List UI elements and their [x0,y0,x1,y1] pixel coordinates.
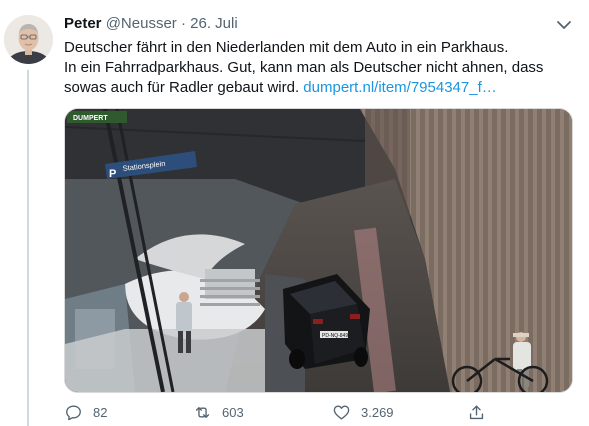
sign-dumpert: DUMPERT [73,115,108,122]
like-count: 3.269 [361,404,394,420]
retweet-count: 603 [222,404,244,420]
reply-count: 82 [93,404,108,420]
thread-line [27,70,29,426]
tweet-header: Peter @Neusser · 26. Juli [64,15,238,32]
share-button[interactable] [467,400,486,424]
like-button[interactable]: 3.269 [332,400,394,424]
reply-icon [66,404,81,420]
tweet-text-line: In ein Fahrradparkhaus. Gut, kann man al… [64,59,544,76]
share-icon [469,404,484,419]
retweet-icon [195,406,210,418]
author-handle[interactable]: @Neusser [106,15,177,32]
chevron-down-icon [557,21,571,29]
tweet-actions: 82 603 3.269 [64,400,564,424]
tweet-media[interactable]: DUMPERT P Stationsplein PD-NQ-849 [64,108,573,393]
avatar[interactable] [4,15,53,64]
author-name[interactable]: Peter [64,15,102,32]
retweet-button[interactable]: 603 [193,400,244,424]
tweet-text: Deutscher fährt in den Niederlanden mit … [64,38,574,98]
reply-button[interactable]: 82 [64,400,107,424]
tweet-date[interactable]: 26. Juli [190,15,238,32]
header-separator: · [180,15,186,32]
heart-icon [333,404,350,420]
tweet[interactable]: Peter @Neusser · 26. Juli Deutscher fähr… [0,0,589,426]
sign-p: P [109,168,116,180]
tweet-text-line: Deutscher fährt in den Niederlanden mit … [64,39,509,56]
tweet-link[interactable]: dumpert.nl/item/7954347_f… [303,79,496,96]
license-plate: PD-NQ-849 [322,333,348,339]
tweet-text-segment: sowas auch für Radler gebaut wird. [64,79,300,96]
tweet-text-line: sowas auch für Radler gebaut wird. dumpe… [64,78,574,98]
more-options-button[interactable] [555,18,573,32]
